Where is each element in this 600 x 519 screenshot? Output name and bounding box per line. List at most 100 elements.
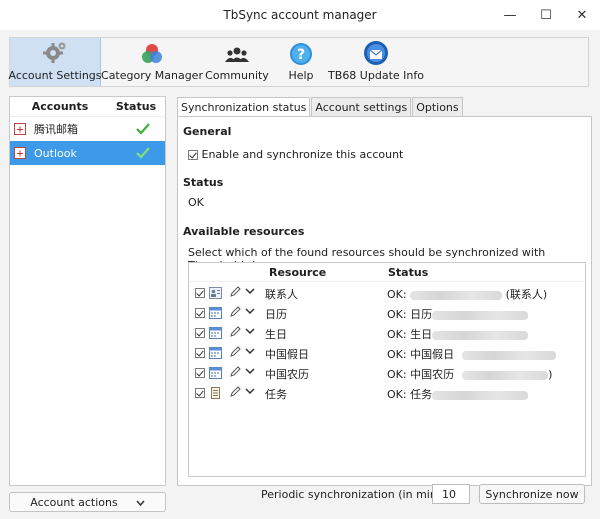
account-actions-button[interactable]: Account actions (9, 492, 166, 512)
accounts-list: Accounts Status 腾讯邮箱 Outlook (9, 96, 166, 486)
status-ok-icon (121, 147, 165, 159)
toolbar-label: Category Manager (101, 69, 203, 82)
pencil-icon[interactable] (229, 366, 241, 381)
resources-table-header: Resource Status (189, 263, 585, 282)
chevron-down-icon[interactable] (245, 306, 255, 319)
chevron-down-icon[interactable] (245, 326, 255, 339)
window-controls: — ☐ ✕ (492, 0, 600, 30)
svg-text:?: ? (297, 47, 305, 63)
checkbox-checked-icon (188, 150, 198, 160)
account-name: Outlook (34, 146, 77, 160)
resource-status: OK: 任务 (387, 386, 529, 402)
chevron-down-icon[interactable] (245, 286, 255, 299)
chevron-down-icon[interactable] (245, 386, 255, 399)
close-button[interactable]: ✕ (564, 0, 600, 30)
resource-name: 中国农历 (265, 368, 309, 381)
status-column-header[interactable]: Status (110, 100, 162, 113)
resource-name: 任务 (265, 388, 287, 401)
addressbook-icon (209, 287, 222, 302)
toolbar-account-settings[interactable]: Account Settings (8, 38, 102, 86)
redacted-text (410, 290, 503, 300)
resource-status: OK: 生日 (387, 326, 529, 342)
resource-row[interactable]: 日历 OK: 日历 (189, 303, 585, 323)
calendar-icon (209, 367, 222, 382)
account-name: 腾讯邮箱 (34, 123, 78, 136)
resource-enable-checkbox[interactable] (195, 368, 205, 378)
chevron-down-icon (136, 496, 145, 509)
tab-options[interactable]: Options (412, 97, 463, 116)
help-icon: ? (290, 43, 312, 65)
enable-account-checkbox[interactable]: Enable and synchronize this account (188, 148, 403, 161)
resource-status: OK: 中国假日 (387, 346, 557, 362)
toolbar-community[interactable]: Community (203, 38, 271, 86)
chevron-down-icon[interactable] (245, 366, 255, 379)
account-row[interactable]: 腾讯邮箱 (10, 117, 165, 141)
accounts-header: Accounts Status (10, 97, 165, 117)
resource-status: OK: 中国农历) (387, 366, 552, 382)
resource-enable-checkbox[interactable] (195, 328, 205, 338)
resources-heading: Available resources (183, 225, 305, 238)
minimize-button[interactable]: — (492, 0, 528, 30)
pencil-icon[interactable] (229, 306, 241, 321)
main-toolbar: Account Settings Category Manager Commun… (8, 37, 589, 87)
resource-enable-checkbox[interactable] (195, 388, 205, 398)
account-type-icon (14, 123, 26, 135)
resource-row[interactable]: 联系人 OK: (联系人) (189, 283, 585, 303)
toolbar-label: Account Settings (8, 69, 102, 82)
status-ok-icon (121, 123, 165, 135)
resources-table: Resource Status 联系人 OK: (联系人) 日历 OK: 日历 … (188, 262, 586, 477)
sync-interval-input[interactable]: 10 (432, 484, 470, 504)
enable-account-label: Enable and synchronize this account (201, 148, 404, 161)
resource-status-text: OK: 生日 (387, 328, 433, 341)
redacted-text (462, 370, 549, 380)
chevron-down-icon[interactable] (245, 346, 255, 359)
pencil-icon[interactable] (229, 386, 241, 401)
resource-column-header: Resource (269, 266, 327, 279)
task-icon (209, 387, 222, 402)
resource-row[interactable]: 中国假日 OK: 中国假日 (189, 343, 585, 363)
category-icon (142, 44, 162, 63)
account-row-selected[interactable]: Outlook (10, 141, 165, 165)
status-column-header: Status (388, 266, 429, 279)
accounts-column-header[interactable]: Accounts (10, 100, 110, 113)
resource-enable-checkbox[interactable] (195, 348, 205, 358)
sync-status-pane: General Enable and synchronize this acco… (177, 116, 592, 486)
tab-account-settings[interactable]: Account settings (311, 97, 412, 116)
maximize-button[interactable]: ☐ (528, 0, 564, 30)
resource-status-suffix: (联系人) (502, 288, 548, 301)
resource-row[interactable]: 生日 OK: 生日 (189, 323, 585, 343)
status-value: OK (188, 196, 204, 209)
title-bar: TbSync account manager — ☐ ✕ (0, 0, 600, 30)
pencil-icon[interactable] (229, 286, 241, 301)
settings-tabs: Synchronization status Account settings … (177, 97, 464, 117)
redacted-text (462, 350, 557, 360)
calendar-icon (209, 307, 222, 322)
toolbar-label: TB68 Update Info (328, 69, 424, 82)
resource-name: 联系人 (265, 288, 298, 301)
pencil-icon[interactable] (229, 326, 241, 341)
resource-enable-checkbox[interactable] (195, 288, 205, 298)
resource-name: 生日 (265, 328, 287, 341)
resource-status-text: OK: 任务 (387, 388, 433, 401)
resource-status-text: OK: (387, 288, 411, 301)
resource-enable-checkbox[interactable] (195, 308, 205, 318)
account-type-icon (14, 147, 26, 159)
redacted-text (432, 310, 529, 320)
resource-status: OK: (联系人) (387, 286, 547, 302)
resource-status-text: OK: 中国农历 (387, 368, 455, 381)
resource-row[interactable]: 任务 OK: 任务 (189, 383, 585, 403)
account-actions-label: Account actions (30, 495, 118, 509)
resource-name: 中国假日 (265, 348, 309, 361)
toolbar-category-manager[interactable]: Category Manager (101, 38, 203, 86)
tab-synchronization-status[interactable]: Synchronization status (177, 97, 311, 117)
calendar-icon (209, 327, 222, 342)
synchronize-now-button[interactable]: Synchronize now (479, 484, 585, 504)
toolbar-tb68-update-info[interactable]: TB68 Update Info (328, 38, 424, 86)
calendar-icon (209, 347, 222, 362)
thunderbird-icon (364, 41, 388, 65)
pencil-icon[interactable] (229, 346, 241, 361)
toolbar-label: Community (205, 69, 269, 82)
resource-row[interactable]: 中国农历 OK: 中国农历) (189, 363, 585, 383)
toolbar-help[interactable]: ? Help (271, 38, 331, 86)
resource-status-suffix: ) (548, 368, 553, 381)
